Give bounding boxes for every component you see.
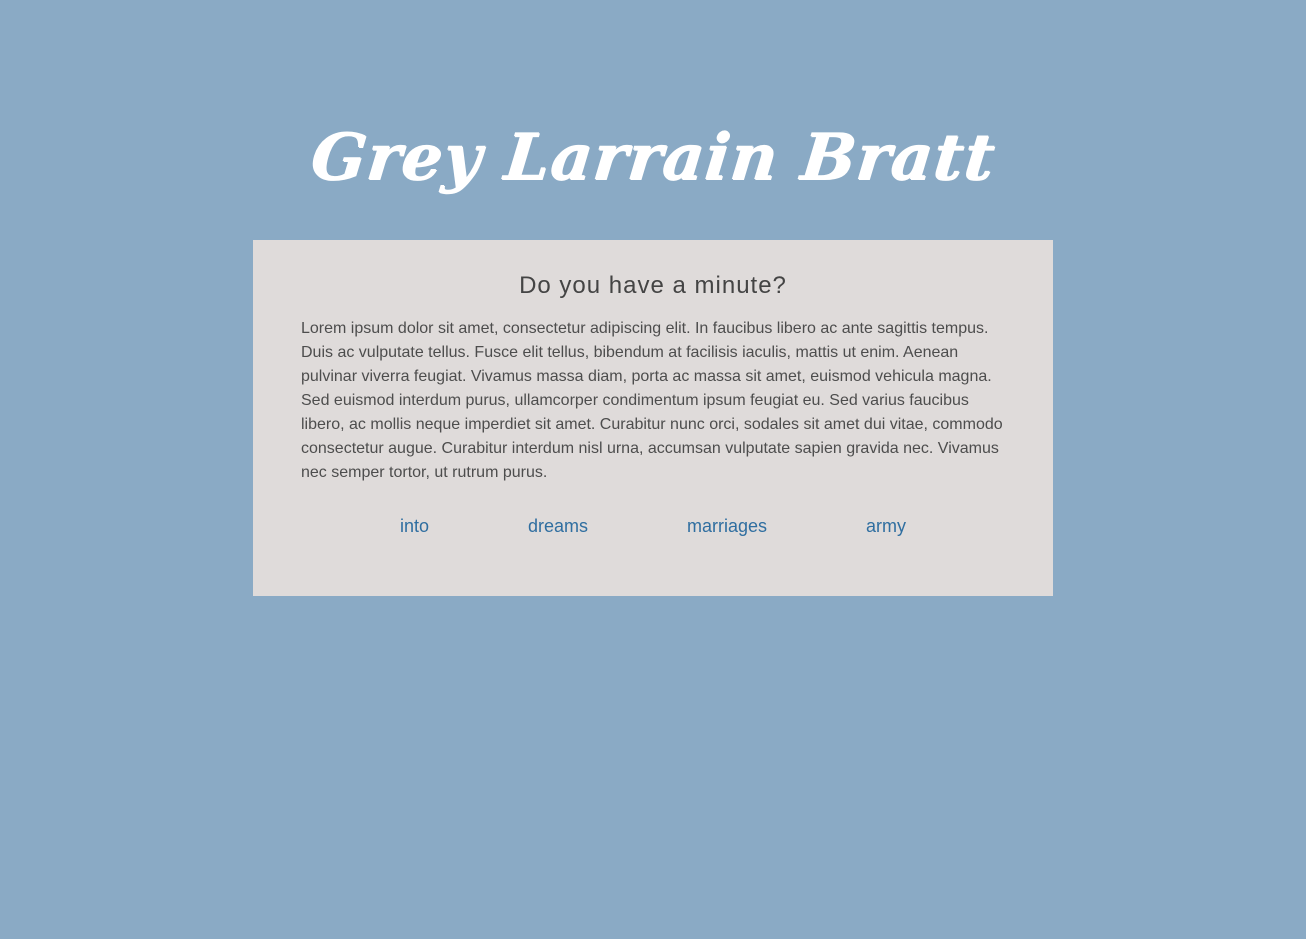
card-body-text: Lorem ipsum dolor sit amet, consectetur … bbox=[301, 320, 1003, 481]
link-marriages[interactable]: marriages bbox=[687, 514, 767, 538]
link-army[interactable]: army bbox=[866, 514, 906, 538]
site-title: Grey Larrain Bratt bbox=[307, 120, 999, 195]
link-dreams[interactable]: dreams bbox=[528, 514, 588, 538]
link-row: into dreams marriages army bbox=[253, 514, 1053, 538]
link-into[interactable]: into bbox=[400, 514, 429, 538]
page: Grey Larrain Bratt Do you have a minute?… bbox=[0, 0, 1306, 939]
card-heading: Do you have a minute? bbox=[519, 272, 787, 299]
content-card: Do you have a minute? Lorem ipsum dolor … bbox=[253, 240, 1053, 596]
